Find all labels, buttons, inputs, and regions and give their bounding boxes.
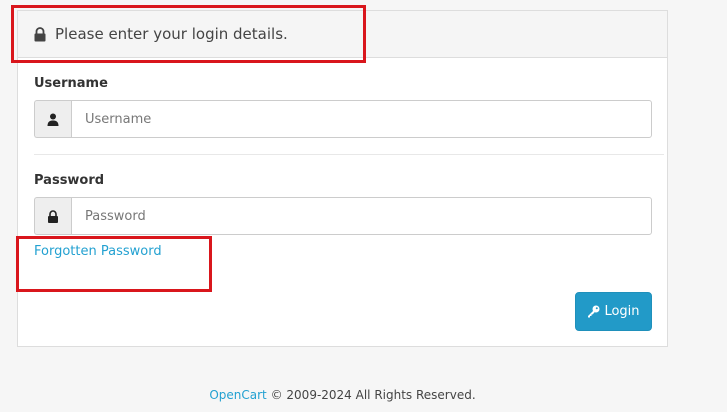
form-divider	[34, 154, 664, 155]
username-addon	[34, 100, 71, 138]
username-input-group: Username	[34, 100, 652, 138]
panel-heading: Please enter your login details.	[18, 11, 667, 58]
opencart-link[interactable]: OpenCart	[209, 388, 266, 402]
password-input[interactable]: Password	[71, 197, 652, 235]
password-input-group: Password	[34, 197, 652, 235]
login-page: Please enter your login details. Usernam…	[0, 0, 727, 412]
forgotten-password-link[interactable]: Forgotten Password	[34, 244, 162, 259]
login-panel: Please enter your login details. Usernam…	[17, 10, 668, 347]
password-label: Password	[34, 173, 105, 188]
login-button-label: Login	[604, 304, 640, 319]
panel-heading-text: Please enter your login details.	[55, 25, 288, 43]
lock-icon	[48, 209, 58, 223]
username-label: Username	[34, 76, 108, 91]
lock-icon	[34, 26, 46, 41]
copyright-text: © 2009-2024 All Rights Reserved.	[270, 388, 476, 402]
key-icon	[588, 305, 600, 318]
user-icon	[47, 113, 59, 126]
footer: OpenCart © 2009-2024 All Rights Reserved…	[0, 388, 685, 402]
password-addon	[34, 197, 71, 235]
username-input[interactable]: Username	[71, 100, 652, 138]
login-button[interactable]: Login	[575, 292, 652, 331]
